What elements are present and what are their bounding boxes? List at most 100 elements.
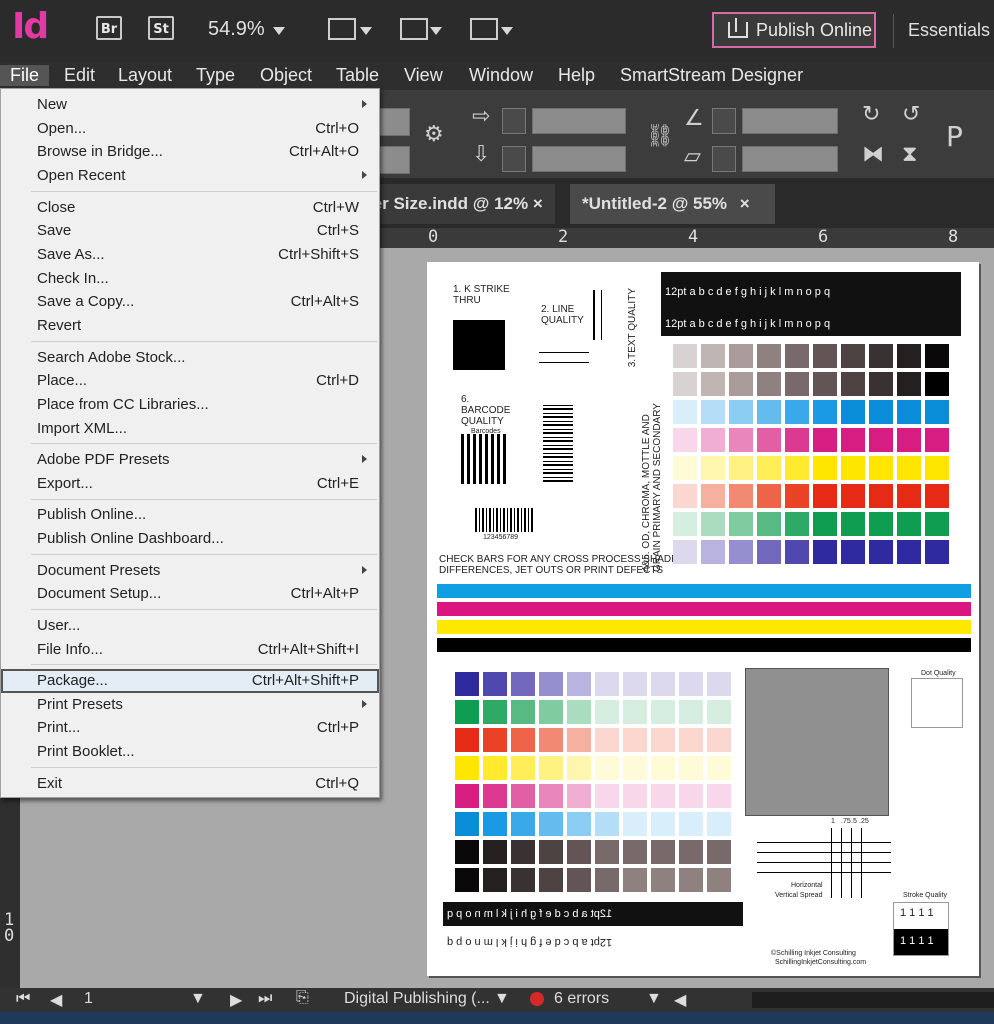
workspace-switcher[interactable]: Essentials: [908, 20, 990, 41]
color-swatch: [595, 868, 619, 892]
rotate-ccw-icon[interactable]: ↺: [902, 102, 920, 127]
shear-stepper[interactable]: [712, 146, 736, 172]
page-options-icon[interactable]: ⎘: [296, 989, 309, 1007]
file-menu-item[interactable]: Revert: [1, 314, 379, 338]
close-icon[interactable]: ×: [533, 194, 543, 213]
file-menu-item[interactable]: Print... Ctrl+P: [1, 716, 379, 740]
menu-view[interactable]: View: [404, 65, 443, 86]
screen-mode-chevron-icon[interactable]: [430, 27, 442, 35]
preflight-profile[interactable]: Digital Publishing (...: [344, 990, 490, 1008]
menu-smartstream-designer[interactable]: SmartStream Designer: [620, 65, 803, 86]
scale-x-field[interactable]: [532, 108, 626, 134]
file-menu-item[interactable]: User...: [1, 614, 379, 638]
document-page[interactable]: 1. K STRIKE THRU 2. LINE QUALITY 3.TEXT …: [427, 262, 979, 976]
stock-button[interactable]: St: [148, 16, 174, 40]
menu-edit[interactable]: Edit: [64, 65, 95, 86]
scale-y-field[interactable]: [532, 146, 626, 172]
color-swatch: [707, 868, 731, 892]
link-icon[interactable]: ⛓: [646, 124, 674, 149]
file-menu-item[interactable]: Search Adobe Stock...: [1, 346, 379, 370]
file-menu-item[interactable]: Import XML...: [1, 417, 379, 441]
file-menu-item[interactable]: Save a Copy... Ctrl+Alt+S: [1, 290, 379, 314]
menu-item-label: Adobe PDF Presets: [37, 451, 170, 469]
menu-type[interactable]: Type: [196, 65, 235, 86]
menu-window[interactable]: Window: [469, 65, 533, 86]
file-menu-item[interactable]: Open... Ctrl+O: [1, 117, 379, 141]
file-menu-item[interactable]: Publish Online...: [1, 503, 379, 527]
x-field[interactable]: [378, 108, 410, 136]
rotate-field[interactable]: [742, 108, 838, 134]
file-menu-item[interactable]: Document Presets: [1, 559, 379, 583]
color-swatch: [483, 756, 507, 780]
arrange-documents-icon[interactable]: [470, 18, 498, 40]
publish-online-button[interactable]: Publish Online: [712, 12, 876, 48]
file-menu-item[interactable]: Browse in Bridge... Ctrl+Alt+O: [1, 140, 379, 164]
file-menu-item[interactable]: Package... Ctrl+Alt+Shift+P: [1, 669, 379, 693]
next-page-icon[interactable]: ▶: [230, 990, 242, 1010]
file-menu-item[interactable]: New: [1, 93, 379, 117]
screen-mode-icon[interactable]: [400, 18, 428, 40]
y-field[interactable]: [378, 146, 410, 174]
flip-vertical-icon[interactable]: ⧗: [902, 142, 917, 167]
page-number-field[interactable]: 1: [84, 990, 93, 1008]
menu-help[interactable]: Help: [558, 65, 595, 86]
scale-y-stepper[interactable]: [502, 146, 526, 172]
first-page-icon[interactable]: ⏮: [16, 990, 30, 1008]
scale-x-stepper[interactable]: [502, 108, 526, 134]
color-swatch: [869, 400, 893, 424]
menu-item-label: Print Booklet...: [37, 743, 135, 761]
dot-quality-label: Dot Quality: [921, 670, 956, 677]
scroll-left-icon[interactable]: ◀: [674, 990, 686, 1010]
file-menu-item[interactable]: Place... Ctrl+D: [1, 369, 379, 393]
file-menu-item[interactable]: Check In...: [1, 267, 379, 291]
reference-point-icon[interactable]: P: [946, 120, 963, 153]
constrain-icon[interactable]: ⚙: [424, 122, 444, 147]
menu-layout[interactable]: Layout: [118, 65, 172, 86]
file-menu-item[interactable]: File Info... Ctrl+Alt+Shift+I: [1, 638, 379, 662]
color-swatch: [455, 868, 479, 892]
file-menu-item[interactable]: Exit Ctrl+Q: [1, 772, 379, 796]
file-menu-item[interactable]: Print Booklet...: [1, 740, 379, 764]
zoom-level[interactable]: 54.9%: [208, 18, 265, 41]
errors-dropdown-icon[interactable]: ▼: [646, 990, 662, 1008]
file-menu-item[interactable]: Save Ctrl+S: [1, 219, 379, 243]
file-menu-item[interactable]: Save As... Ctrl+Shift+S: [1, 243, 379, 267]
bridge-button[interactable]: Br: [96, 16, 122, 40]
color-swatch: [925, 512, 949, 536]
file-menu-item[interactable]: Open Recent: [1, 164, 379, 188]
view-options-chevron-icon[interactable]: [360, 27, 372, 35]
menu-object[interactable]: Object: [260, 65, 312, 86]
last-page-icon[interactable]: ⏭: [258, 990, 272, 1008]
file-menu-item[interactable]: Publish Online Dashboard...: [1, 527, 379, 551]
file-menu-item[interactable]: Document Setup... Ctrl+Alt+P: [1, 582, 379, 606]
shear-field[interactable]: [742, 146, 838, 172]
page-dropdown-icon[interactable]: ▼: [190, 990, 206, 1008]
previous-page-icon[interactable]: ◀: [50, 990, 62, 1010]
file-menu-item[interactable]: Print Presets: [1, 693, 379, 717]
file-menu-item[interactable]: Adobe PDF Presets: [1, 448, 379, 472]
rotate-cw-icon[interactable]: ↻: [862, 102, 880, 127]
zoom-dropdown-icon[interactable]: [273, 27, 285, 35]
file-menu-item[interactable]: Place from CC Libraries...: [1, 393, 379, 417]
submenu-arrow-icon: [362, 100, 367, 108]
view-options-icon[interactable]: [328, 18, 356, 40]
file-menu-item[interactable]: Close Ctrl+W: [1, 196, 379, 220]
ruler-mark: 2: [558, 227, 569, 247]
menu-item-label: Search Adobe Stock...: [37, 348, 186, 366]
color-swatch: [729, 372, 753, 396]
preflight-errors[interactable]: 6 errors: [554, 990, 609, 1008]
menu-table[interactable]: Table: [336, 65, 379, 86]
ruler-mark: 4: [688, 227, 699, 247]
profile-dropdown-icon[interactable]: ▼: [494, 990, 510, 1008]
rotate-stepper[interactable]: [712, 108, 736, 134]
menu-file[interactable]: File: [0, 65, 50, 86]
status-bar: ⏮ ◀ 1 ▼ ▶ ⏭ ⎘ Digital Publishing (... ▼ …: [0, 988, 994, 1012]
flip-horizontal-icon[interactable]: ⧓: [862, 142, 884, 167]
mirrored-text-block: 12pt a b c d e f g h i j k l m n o p q: [443, 902, 743, 926]
arrange-chevron-icon[interactable]: [501, 27, 513, 35]
horizontal-scrollbar[interactable]: [752, 992, 994, 1008]
file-menu-item[interactable]: Export... Ctrl+E: [1, 472, 379, 496]
tab-letter-size[interactable]: ter Size.indd @ 12% ×: [355, 184, 555, 224]
tab-untitled-2[interactable]: *Untitled-2 @ 55% ×: [570, 184, 775, 224]
close-icon[interactable]: ×: [740, 194, 750, 213]
